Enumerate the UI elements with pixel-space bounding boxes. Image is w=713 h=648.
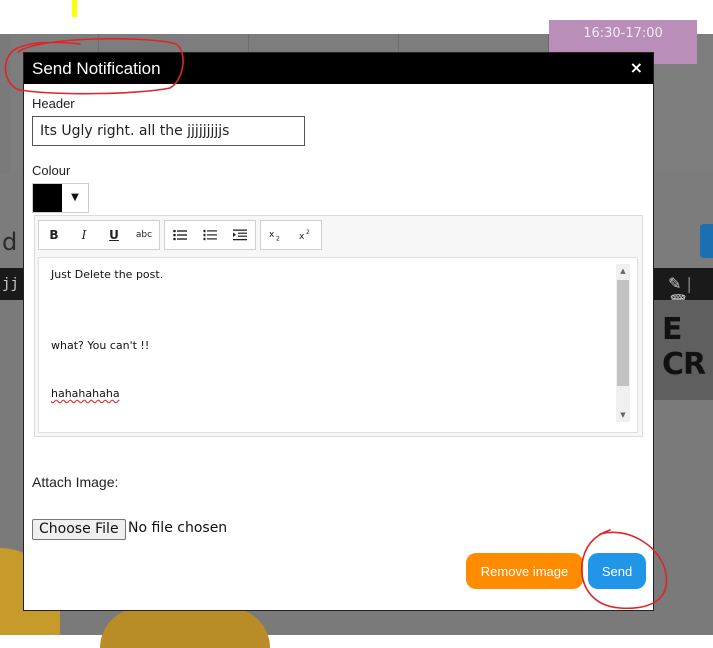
scroll-up-icon[interactable]: ▲	[616, 264, 630, 278]
colour-picker[interactable]: ▼	[32, 183, 89, 213]
scrollbar-thumb[interactable]	[617, 280, 629, 386]
pencil-icon: ✎	[668, 274, 682, 293]
bold-button[interactable]: B	[39, 221, 69, 249]
bullet-list-button[interactable]	[165, 221, 195, 249]
editor-paragraph: what? You can't !!	[51, 339, 150, 352]
indent-button[interactable]	[225, 221, 255, 249]
caret-down-icon: ▼	[71, 192, 79, 203]
choose-file-button[interactable]: Choose File	[32, 519, 126, 540]
close-icon[interactable]: ×	[630, 58, 643, 77]
file-status: No file chosen	[128, 520, 228, 536]
superscript-button[interactable]: x 2	[291, 221, 321, 249]
rich-text-editor: B I U abc x 2 x 2 Just Delete the post. …	[34, 215, 643, 437]
background-emoji-image	[100, 608, 270, 648]
italic-button[interactable]: I	[69, 221, 99, 249]
calendar-event-time: 16:30-17:00	[583, 26, 663, 41]
editor-toolbar: B I U abc x 2 x 2	[38, 220, 326, 250]
divider: |	[686, 274, 692, 293]
svg-text:x: x	[269, 230, 275, 240]
svg-text:2: 2	[306, 229, 310, 236]
background-heading: d	[2, 228, 18, 256]
subscript-button[interactable]: x 2	[261, 221, 291, 249]
script-group: x 2 x 2	[260, 220, 322, 250]
attach-image-label: Attach Image:	[32, 474, 119, 490]
subscript-icon: x 2	[269, 230, 280, 242]
remove-image-button[interactable]: Remove image	[466, 553, 583, 589]
numbered-list-icon	[203, 229, 217, 241]
background-highlight-marker	[72, 0, 77, 17]
background-button	[700, 224, 713, 258]
svg-text:2: 2	[276, 236, 280, 242]
underline-button[interactable]: U	[99, 221, 129, 249]
strikethrough-button[interactable]: abc	[129, 221, 159, 249]
colour-swatch	[33, 184, 62, 212]
editor-scrollbar[interactable]: ▲ ▼	[616, 264, 630, 422]
superscript-icon: x 2	[299, 229, 310, 241]
editor-paragraph: hahahahaha	[51, 387, 120, 400]
svg-text:x: x	[299, 232, 305, 241]
editor-content-area[interactable]: Just Delete the post. what? You can't !!…	[38, 257, 638, 433]
bullet-list-icon	[173, 229, 187, 241]
header-label: Header	[32, 96, 75, 111]
text-format-group: B I U abc	[38, 220, 160, 250]
list-group	[164, 220, 256, 250]
send-button[interactable]: Send	[588, 553, 646, 589]
header-input[interactable]	[32, 116, 305, 146]
colour-label: Colour	[32, 163, 71, 178]
modal-title: Send Notification	[32, 59, 161, 78]
editor-paragraph: Just Delete the post.	[51, 268, 164, 281]
numbered-list-button[interactable]	[195, 221, 225, 249]
indent-icon	[233, 229, 247, 241]
modal-header: Send Notification ×	[24, 53, 653, 84]
background-poster-text: E CR	[662, 312, 706, 382]
background-post-text: jj	[2, 276, 19, 292]
send-notification-modal: Send Notification × Header Colour ▼ B I …	[23, 52, 654, 611]
scroll-down-icon[interactable]: ▼	[616, 408, 630, 422]
